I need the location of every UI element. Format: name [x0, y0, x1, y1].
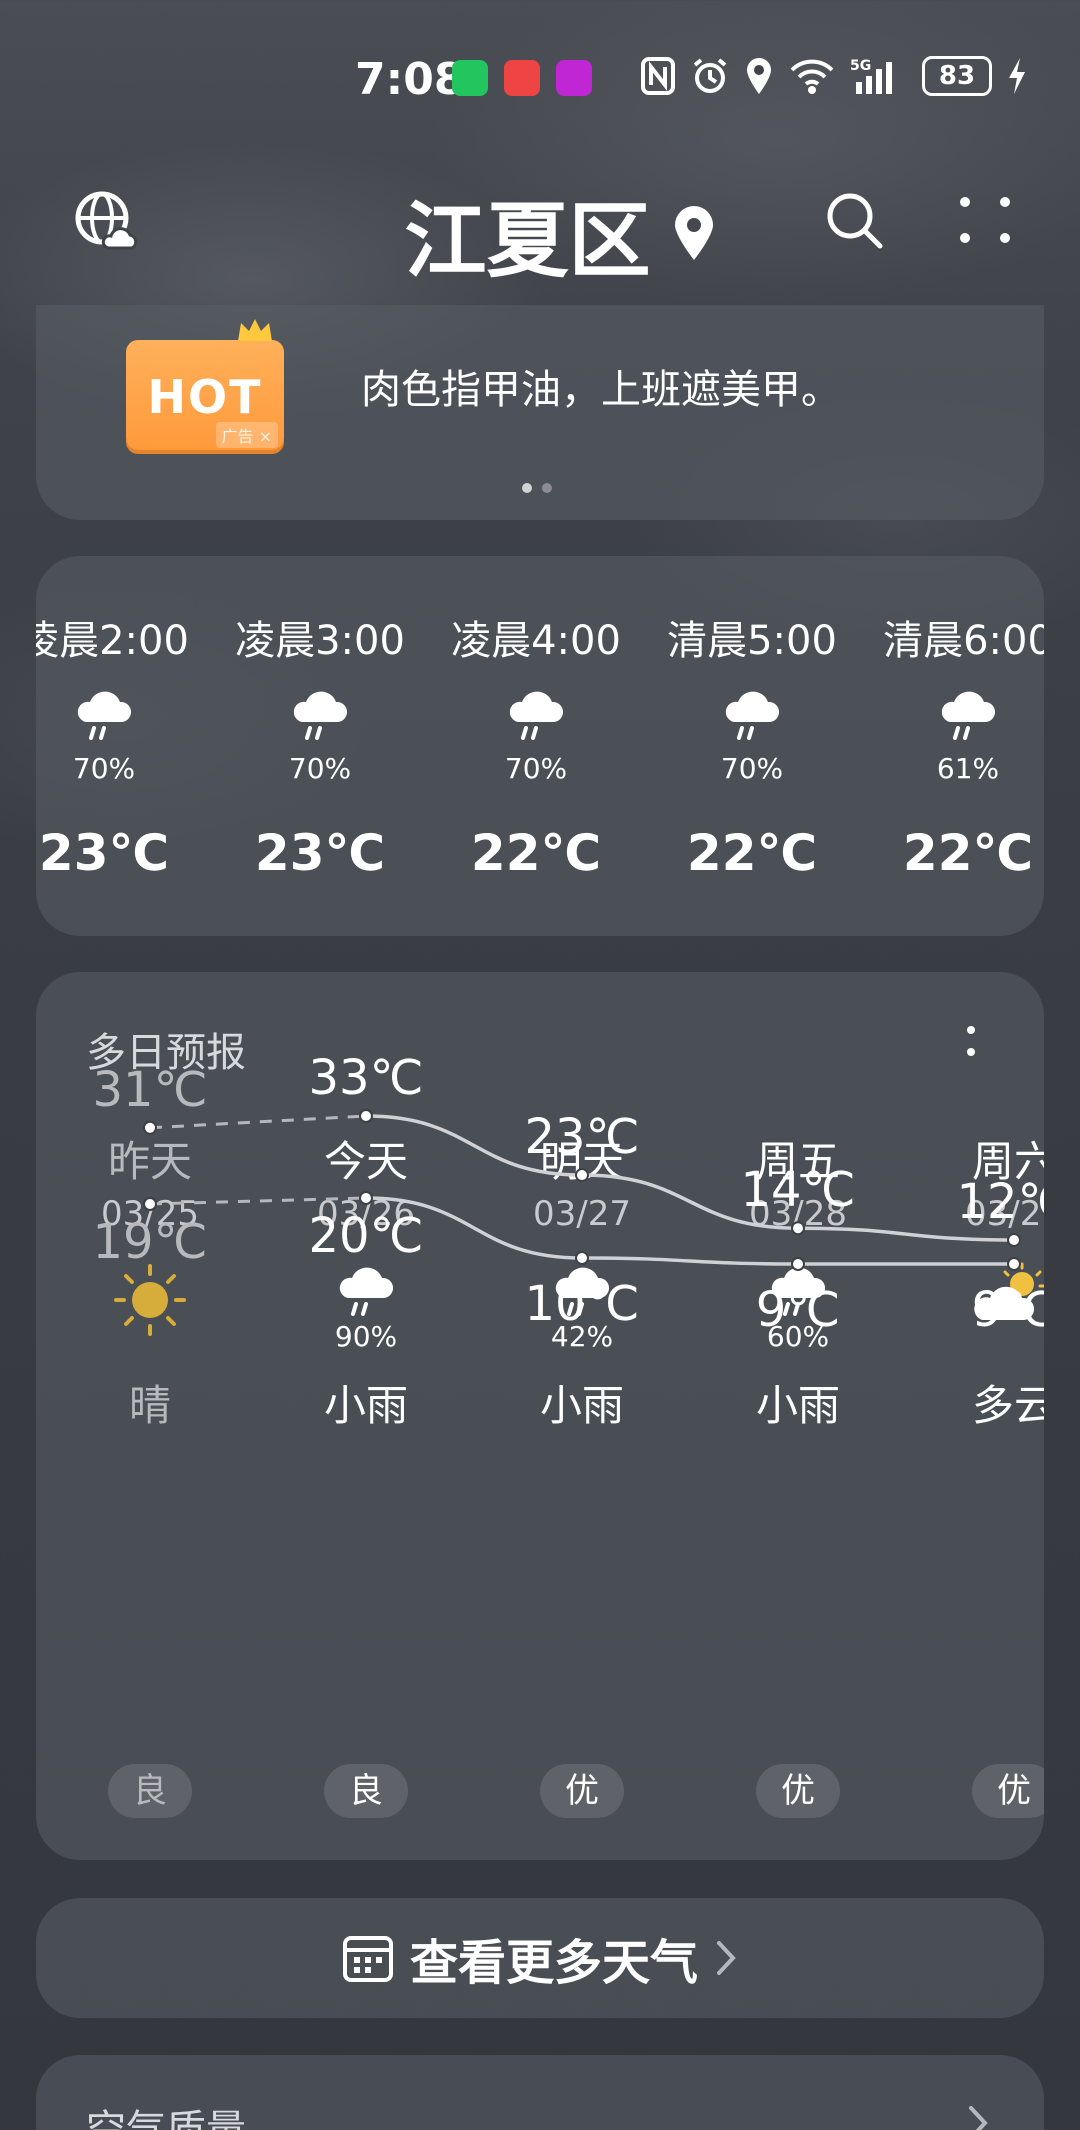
aqi-badge: 优 — [972, 1764, 1044, 1818]
battery-indicator: 83 — [922, 56, 992, 96]
svg-text:5G: 5G — [850, 58, 871, 74]
rain-cloud-icon — [339, 1267, 394, 1316]
aqi-badge: 良 — [324, 1764, 408, 1818]
search-icon[interactable] — [822, 188, 886, 252]
more-weather-button[interactable]: 查看更多天气 — [36, 1898, 1044, 2018]
aqi-badge: 良 — [108, 1764, 192, 1818]
city-name[interactable]: 江夏区 — [404, 174, 650, 293]
air-quality-card[interactable]: 空气质量 — [36, 2055, 1044, 2130]
rain-cloud-icon — [509, 691, 564, 740]
hot-badge: HOT 广告 × — [126, 340, 284, 450]
partly-cloudy-icon — [974, 1262, 1044, 1320]
aqi-badge: 优 — [756, 1764, 840, 1818]
high-temp-point — [1007, 1233, 1021, 1247]
daily-forecast[interactable]: 多日预报 昨天 03/25 晴 良 今天 03/26 90% 小雨 良 明天 0… — [36, 972, 1044, 1860]
chevron-right-icon[interactable] — [966, 2103, 990, 2130]
alarm-icon — [693, 58, 727, 93]
carousel-dots — [522, 483, 552, 493]
nfc-icon — [641, 57, 675, 95]
hourly-forecast[interactable]: 凌晨2:00 70% 23℃ 凌晨3:00 70% 23℃ 凌晨4:00 70%… — [36, 556, 1044, 936]
calendar-icon — [342, 1936, 393, 1982]
location-icon — [747, 58, 771, 94]
crown-icon — [238, 319, 272, 341]
app-notification-icon — [452, 60, 488, 96]
ad-close-button[interactable]: 广告 × — [215, 422, 278, 448]
rain-cloud-icon — [725, 691, 780, 740]
air-quality-title: 空气质量 — [86, 2107, 246, 2130]
rain-cloud-icon — [771, 1267, 826, 1316]
more-weather-label: 查看更多天气 — [409, 1935, 698, 1991]
aqi-badge: 优 — [540, 1764, 624, 1818]
app-notification-icon — [556, 60, 592, 96]
daily-title: 多日预报 — [86, 1030, 246, 1076]
more-weather-card[interactable]: 查看更多天气 — [36, 1898, 1044, 2018]
rain-cloud-icon — [555, 1267, 610, 1316]
carousel-dot — [522, 483, 532, 493]
charging-icon — [1009, 58, 1025, 94]
ad-text: 肉色指甲油，上班遮美甲。 — [361, 367, 841, 413]
more-vertical-icon[interactable] — [956, 1022, 986, 1066]
high-temp-label: 33℃ — [309, 1050, 424, 1106]
signal-5g-icon: 5G — [850, 58, 892, 94]
more-dots-icon[interactable] — [955, 188, 1015, 252]
rain-cloud-icon — [77, 691, 132, 740]
chevron-right-icon — [717, 1941, 736, 1975]
carousel-dot — [542, 483, 552, 493]
rain-cloud-icon — [941, 691, 996, 740]
wifi-icon — [790, 59, 834, 94]
rain-cloud-icon — [293, 691, 348, 740]
app-notification-icon — [504, 60, 540, 96]
high-temp-point — [359, 1109, 373, 1123]
sun-icon — [114, 1264, 186, 1336]
high-temp-past-segment — [149, 1114, 367, 1130]
status-bar: 7:08 5G 83 — [0, 50, 1080, 110]
app-header: 江夏区 — [0, 170, 1080, 289]
ad-banner[interactable]: HOT 广告 × 肉色指甲油，上班遮美甲。 — [36, 305, 1044, 520]
status-time: 7:08 — [355, 54, 465, 105]
location-pin-icon — [674, 205, 713, 260]
